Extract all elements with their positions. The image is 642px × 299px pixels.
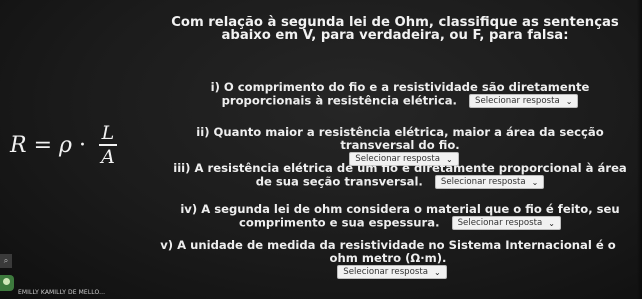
- chevron-down-icon: ⌄: [531, 177, 539, 187]
- select-value: Selecionar resposta: [475, 95, 560, 106]
- formula-fraction: L A: [98, 122, 117, 168]
- statement-iii: iii) A resistência elétrica de um fio é …: [165, 162, 635, 189]
- chevron-down-icon: ⌄: [548, 218, 555, 228]
- formula-denominator: A: [101, 145, 115, 168]
- search-icon[interactable]: ⌕: [0, 254, 12, 268]
- username-label: EMILLY KAMILLY DE MELLO...: [18, 289, 106, 296]
- formula-lhs: R: [10, 132, 27, 158]
- answer-select[interactable]: Selecionar resposta ⌄: [451, 216, 561, 230]
- formula-dot: ·: [78, 132, 86, 158]
- formula-numerator: L: [101, 122, 115, 145]
- question-header: Com relação à segunda lei de Ohm, classi…: [171, 15, 619, 43]
- screen-edge: [637, 0, 642, 299]
- select-value: Selecionar resposta: [457, 217, 543, 228]
- answer-select[interactable]: Selecionar resposta ⌄: [469, 94, 579, 108]
- formula-equals: =: [33, 132, 53, 158]
- statement-iv: iv) A segunda lei de ohm considera o mat…: [165, 203, 635, 230]
- select-value: Selecionar resposta: [440, 176, 526, 187]
- statement-text: v) A unidade de medida da resistividade …: [160, 238, 616, 265]
- statement-text: ii) Quanto maior a resistência elétrica,…: [196, 125, 604, 152]
- statement-v: v) A unidade de medida da resistividade …: [148, 239, 628, 279]
- ohm-second-law-formula: R = ρ · L A: [10, 120, 117, 170]
- statement-i: i) O comprimento do fio e a resistividad…: [165, 81, 635, 108]
- statement-ii: ii) Quanto maior a resistência elétrica,…: [165, 126, 635, 166]
- chevron-down-icon: ⌄: [565, 96, 573, 106]
- formula-rho: ρ: [59, 132, 72, 158]
- select-value: Selecionar resposta: [343, 266, 428, 277]
- answer-select[interactable]: Selecionar resposta ⌄: [337, 265, 447, 279]
- statement-text: iii) A resistência elétrica de um fio é …: [173, 161, 627, 189]
- avatar[interactable]: [0, 275, 14, 291]
- answer-select[interactable]: Selecionar resposta ⌄: [434, 175, 545, 189]
- chevron-down-icon: ⌄: [434, 267, 441, 277]
